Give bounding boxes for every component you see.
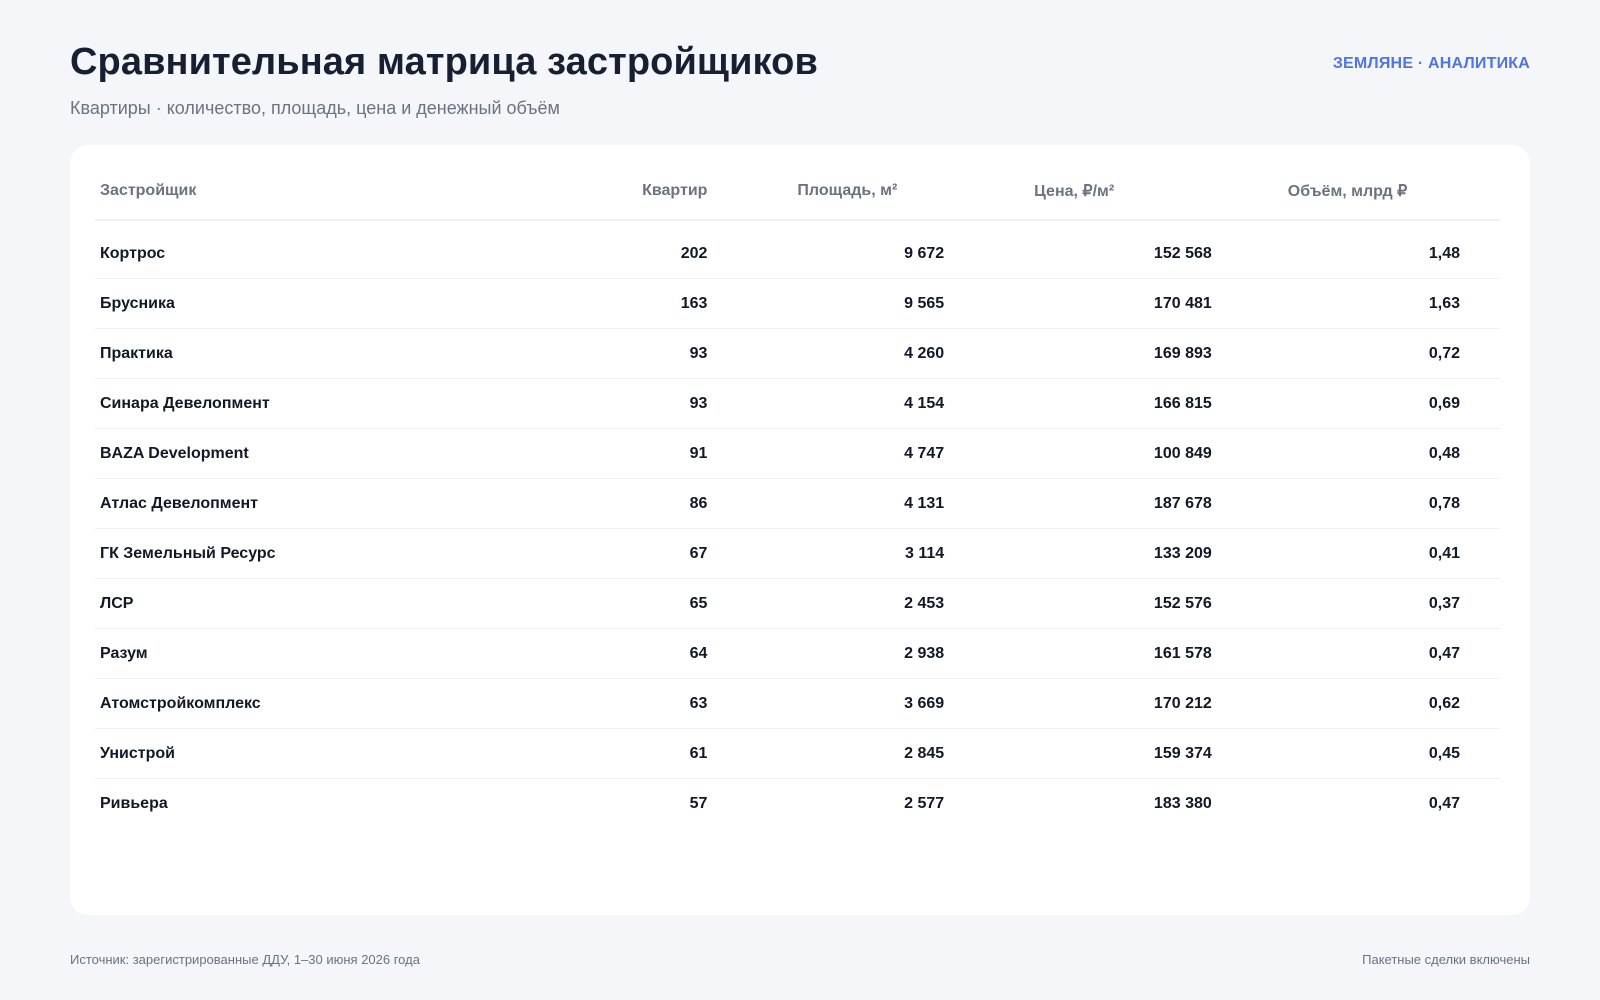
table-header-row: Застройщик Квартир Площадь, м² Цена, ₽/м… xyxy=(95,163,1500,221)
cell-price: 133 209 xyxy=(944,528,1212,579)
page-header: Сравнительная матрица застройщиков Кварт… xyxy=(70,40,1530,130)
cell-flats: 163 xyxy=(501,278,708,329)
cell-developer: ГК Земельный Ресурс xyxy=(95,528,502,579)
cell-developer: BAZA Development xyxy=(95,428,502,479)
cell-price: 159 374 xyxy=(944,728,1212,779)
spacer-cell xyxy=(95,220,1500,229)
table-row: ГК Земельный Ресурс 67 3 114 133 209 0,41 xyxy=(95,528,1500,579)
cell-price: 166 815 xyxy=(944,378,1212,429)
cell-developer: Брусника xyxy=(95,278,502,329)
cell-developer: Ривьера xyxy=(100,794,168,812)
cell-volume: 0,45 xyxy=(1211,728,1500,779)
cell-flats: 86 xyxy=(501,478,708,529)
cell-developer: Атомстройкомплекс xyxy=(95,678,502,729)
cell-price: 183 380 xyxy=(1153,794,1212,812)
table-spacer xyxy=(95,220,1500,229)
cell-developer: Разум xyxy=(95,628,502,679)
cell-volume: 0,78 xyxy=(1211,478,1500,529)
cell-developer: Кортрос xyxy=(95,229,502,279)
cell-area: 4 260 xyxy=(707,328,945,379)
cell-area: 3 114 xyxy=(707,528,945,579)
developers-table: Застройщик Квартир Площадь, м² Цена, ₽/м… xyxy=(95,163,1500,828)
cell-flats: 91 xyxy=(501,428,708,479)
cell-developer: Атлас Девелопмент xyxy=(95,478,502,529)
developers-table-card: Застройщик Квартир Площадь, м² Цена, ₽/м… xyxy=(70,145,1530,915)
cell-volume: 0,62 xyxy=(1211,678,1500,729)
table-body: Кортрос 202 9 672 152 568 1,48 Брусника 163 9 5… xyxy=(95,220,1500,828)
cell-price: 152 568 xyxy=(944,229,1212,279)
brand-label: ЗЕМЛЯНЕ · АНАЛИТИКА xyxy=(1332,55,1530,72)
cell-flats: 57 xyxy=(689,794,708,812)
cell-area: 9 672 xyxy=(707,229,945,279)
table-header: Застройщик Квартир Площадь, м² Цена, ₽/м… xyxy=(95,163,1500,221)
cell-area: 3 669 xyxy=(707,678,945,729)
table-row: Унистрой 61 2 845 159 374 0,45 xyxy=(95,728,1500,779)
cell-developer: ЛСР xyxy=(95,578,502,629)
cell-volume: 0,69 xyxy=(1211,378,1500,429)
cell-area: 4 131 xyxy=(707,478,945,529)
cell-price: 170 481 xyxy=(944,278,1212,329)
cell-area: 2 453 xyxy=(707,578,945,629)
cell-volume: 0,47 xyxy=(1428,794,1460,812)
cell-volume: 0,47 xyxy=(1211,628,1500,679)
cell-area: 4 747 xyxy=(707,428,945,479)
cell-volume: 1,63 xyxy=(1211,278,1500,329)
cell-area: 4 154 xyxy=(707,378,945,429)
page-title: Сравнительная матрица застройщиков xyxy=(70,41,818,83)
table-row: Брусника 163 9 565 170 481 1,63 xyxy=(95,278,1500,329)
cell-flats: 63 xyxy=(501,678,708,729)
cell-developer: Практика xyxy=(95,328,502,379)
cell-volume: 1,48 xyxy=(1211,229,1500,279)
table-row: Практика 93 4 260 169 893 0,72 xyxy=(95,328,1500,379)
cell-area: 2 845 xyxy=(707,728,945,779)
cell-price: 161 578 xyxy=(944,628,1212,679)
table-row: Кортрос 202 9 672 152 568 1,48 xyxy=(95,229,1500,279)
cell-flats: 202 xyxy=(501,229,708,279)
column-header-price: Цена, ₽/м² xyxy=(944,163,1212,221)
cell-flats: 93 xyxy=(501,378,708,429)
column-header-volume: Объём, млрд ₽ xyxy=(1211,163,1500,221)
cell-flats: 64 xyxy=(501,628,708,679)
cell-flats: 65 xyxy=(501,578,708,629)
table-row: Разум 64 2 938 161 578 0,47 xyxy=(95,628,1500,679)
cell-volume: 0,72 xyxy=(1211,328,1500,379)
cell-area: 9 565 xyxy=(707,278,945,329)
table-row: Синара Девелопмент 93 4 154 166 815 0,69 xyxy=(95,378,1500,429)
column-header-developer: Застройщик xyxy=(95,163,502,221)
footer-source: Источник: зарегистрированные ДДУ, 1–30 и… xyxy=(70,952,420,967)
column-header-area: Площадь, м² xyxy=(707,163,945,221)
cell-flats: 67 xyxy=(501,528,708,579)
table-row: Атлас Девелопмент 86 4 131 187 678 0,78 xyxy=(95,478,1500,529)
table-row: Атомстройкомплекс 63 3 669 170 212 0,62 xyxy=(95,678,1500,729)
cell-flats: 61 xyxy=(501,728,708,779)
cell-flats: 93 xyxy=(501,328,708,379)
cell-volume: 0,41 xyxy=(1211,528,1500,579)
table-row: Ривьера 57 2 577 183 380 0,47 xyxy=(95,779,1500,829)
cell-volume: 0,48 xyxy=(1211,428,1500,479)
footer-note: Пакетные сделки включены xyxy=(1362,952,1530,967)
cell-area: 2 938 xyxy=(707,628,945,679)
cell-developer: Синара Девелопмент xyxy=(95,378,502,429)
table-row: ЛСР 65 2 453 152 576 0,37 xyxy=(95,578,1500,629)
cell-price: 187 678 xyxy=(944,478,1212,529)
column-header-flats: Квартир xyxy=(501,163,708,221)
page-subtitle: Квартиры · количество, площадь, цена и д… xyxy=(70,98,560,118)
cell-area: 2 577 xyxy=(904,794,945,812)
cell-price: 152 576 xyxy=(944,578,1212,629)
cell-price: 170 212 xyxy=(944,678,1212,729)
cell-volume: 0,37 xyxy=(1211,578,1500,629)
cell-developer: Унистрой xyxy=(95,728,502,779)
table-row: BAZA Development 91 4 747 100 849 0,48 xyxy=(95,428,1500,479)
cell-price: 100 849 xyxy=(944,428,1212,479)
cell-price: 169 893 xyxy=(944,328,1212,379)
